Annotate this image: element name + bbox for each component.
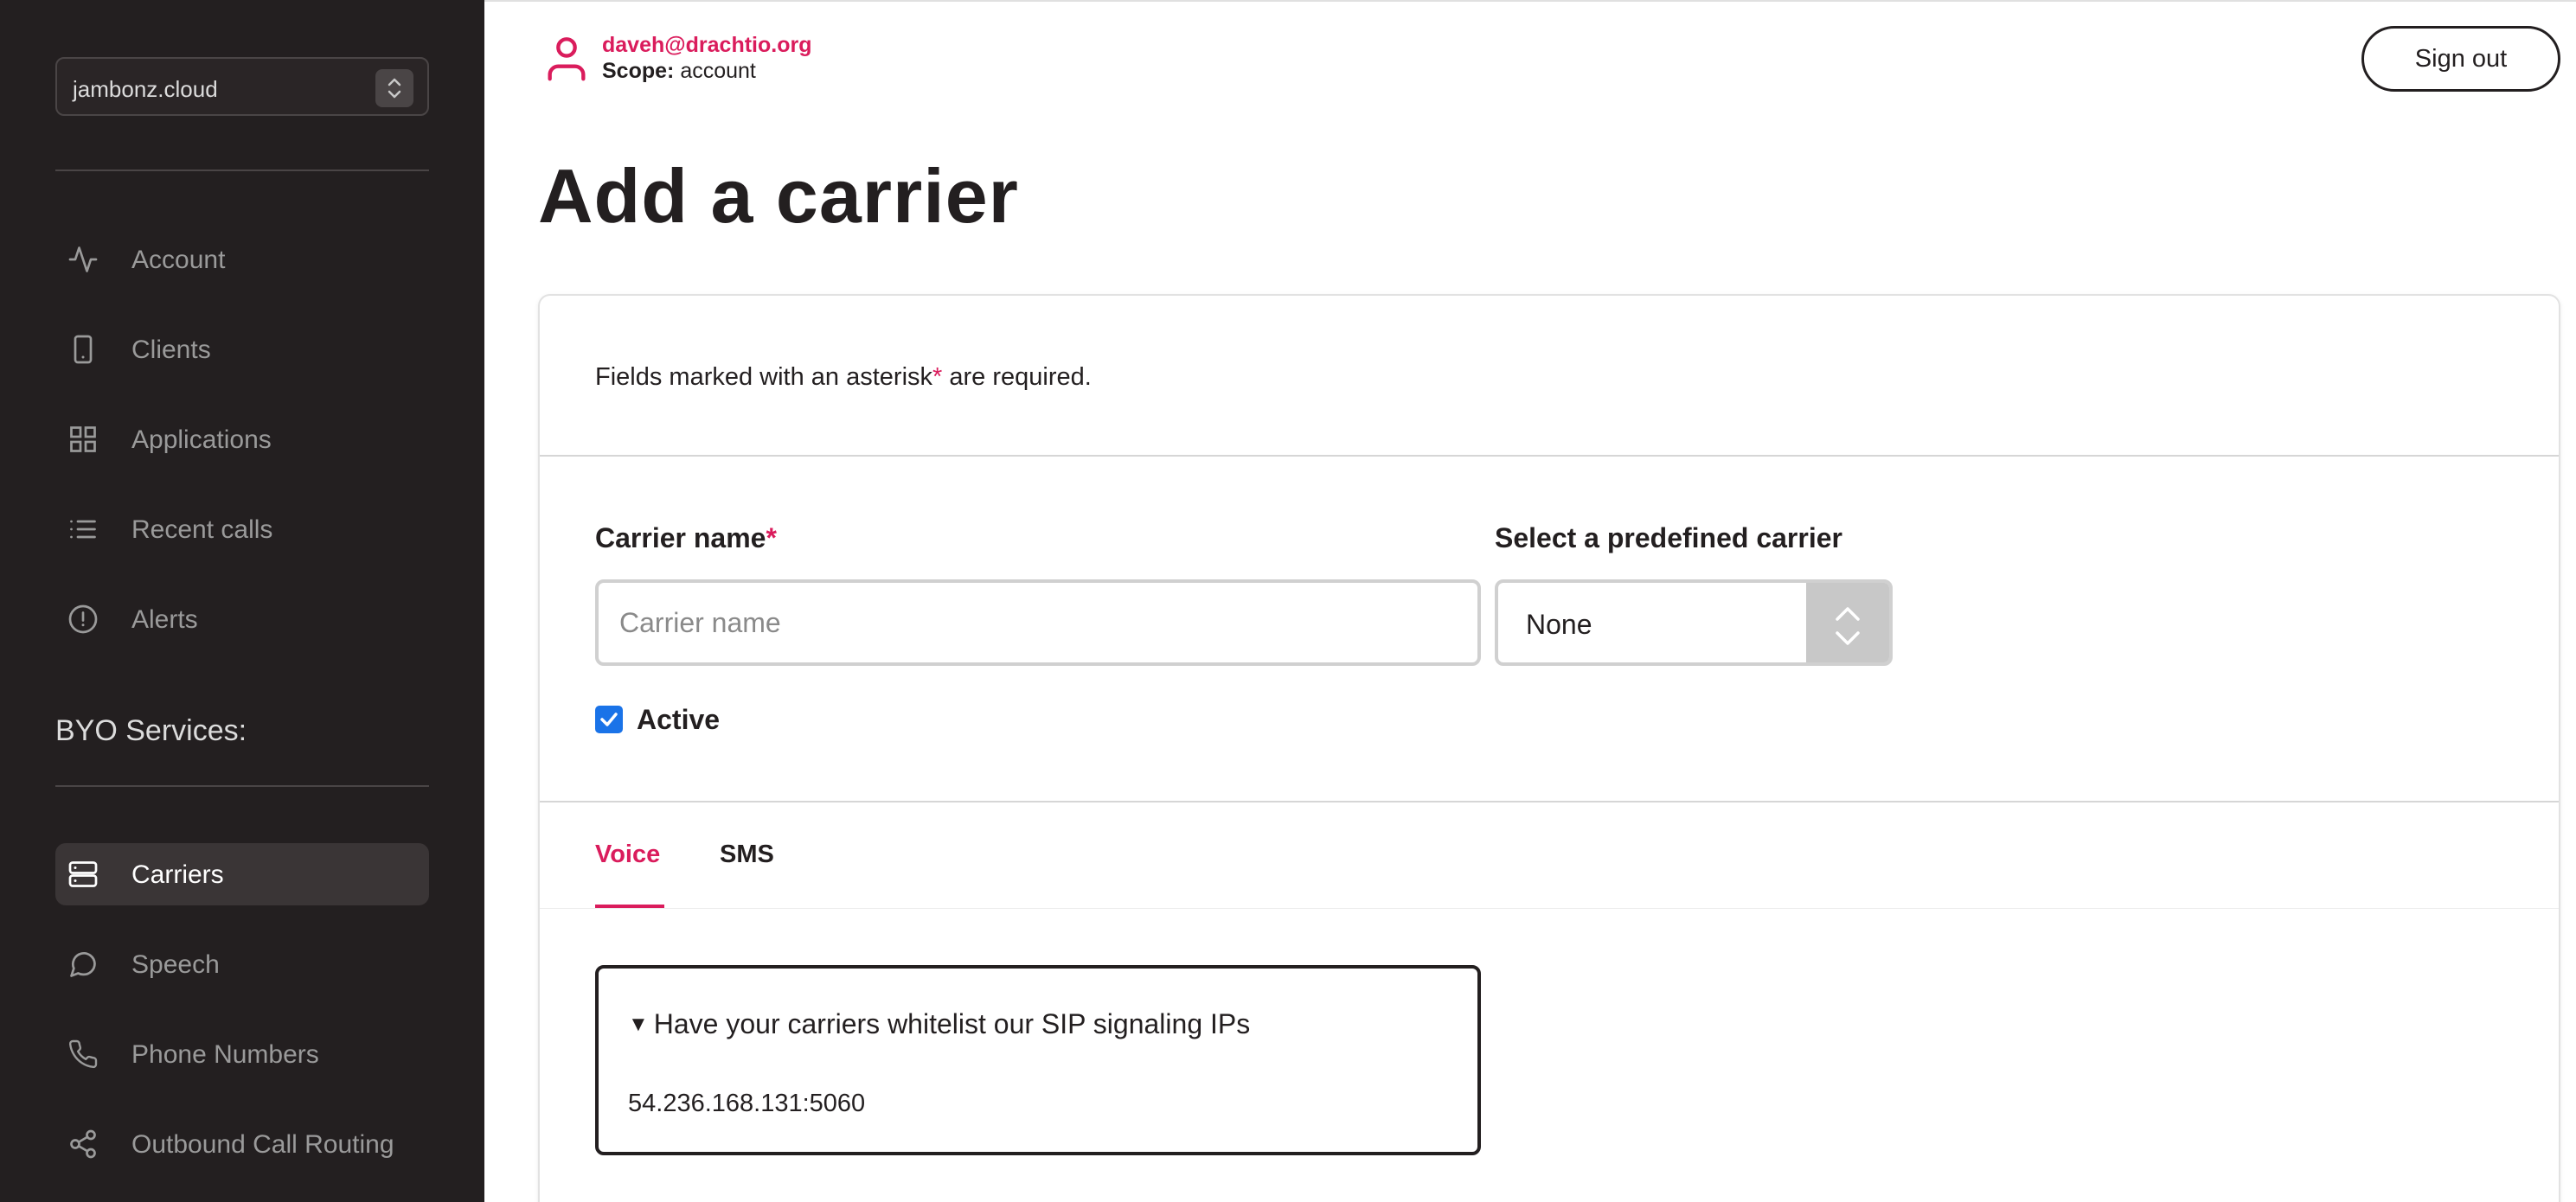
sidebar-item-label: Account [131, 246, 226, 274]
sidebar-divider [55, 785, 429, 787]
account-selector[interactable]: jambonz.cloud [55, 57, 429, 116]
user-scope: Scope: account [602, 59, 756, 84]
account-selector-value: jambonz.cloud [73, 76, 218, 102]
activity-icon [67, 244, 99, 275]
predefined-carrier-value: None [1526, 609, 1592, 640]
carrier-name-label-text: Carrier name [595, 522, 766, 553]
scope-label: Scope: [602, 59, 675, 83]
sidebar-item-account[interactable]: Account [55, 228, 429, 291]
tab-bar-border [540, 908, 2559, 909]
sidebar-item-label: Phone Numbers [131, 1040, 319, 1069]
carrier-name-label: Carrier name* [595, 522, 777, 554]
alert-circle-icon [67, 604, 99, 635]
triangle-down-icon: ▼ [628, 1013, 649, 1036]
grid-icon [67, 424, 99, 455]
section-divider [540, 801, 2559, 802]
user-icon [541, 33, 592, 87]
whitelist-summary-text: Have your carriers whitelist our SIP sig… [653, 1008, 1251, 1039]
predefined-carrier-select[interactable]: None [1495, 579, 1893, 666]
active-label[interactable]: Active [637, 704, 720, 736]
scope-value: account [680, 59, 756, 83]
checkmark-icon [600, 713, 618, 726]
sip-signaling-ip: 54.236.168.131:5060 [628, 1090, 866, 1117]
share-icon [67, 1128, 99, 1160]
sidebar-item-label: Clients [131, 336, 211, 364]
chevron-up-down-icon[interactable] [1806, 583, 1889, 662]
sidebar-item-applications[interactable]: Applications [55, 408, 429, 470]
top-border [484, 0, 2576, 2]
sidebar-item-recent-calls[interactable]: Recent calls [55, 498, 429, 560]
tab-voice[interactable]: Voice [595, 841, 660, 869]
sign-out-button[interactable]: Sign out [2361, 26, 2560, 92]
required-note-suffix: are required. [942, 363, 1092, 391]
required-note-prefix: Fields marked with an asterisk [595, 363, 933, 391]
message-circle-icon [67, 949, 99, 980]
sidebar-item-phone-numbers[interactable]: Phone Numbers [55, 1023, 429, 1085]
sidebar-item-label: Alerts [131, 605, 198, 634]
sidebar: jambonz.cloud Account Clients Applicatio… [0, 0, 484, 1202]
chevron-up-down-icon[interactable] [375, 69, 413, 107]
sidebar-item-label: Recent calls [131, 515, 273, 544]
whitelist-summary[interactable]: ▼ Have your carriers whitelist our SIP si… [628, 1008, 1250, 1040]
sidebar-item-outbound-call-routing[interactable]: Outbound Call Routing [55, 1113, 429, 1175]
server-icon [67, 859, 99, 890]
byo-services-heading: BYO Services: [55, 714, 247, 747]
smartphone-icon [67, 334, 99, 365]
phone-icon [67, 1039, 99, 1070]
tab-active-indicator [595, 905, 664, 908]
sidebar-divider [55, 169, 429, 171]
sidebar-item-clients[interactable]: Clients [55, 318, 429, 380]
sidebar-item-alerts[interactable]: Alerts [55, 588, 429, 650]
whitelist-details: ▼ Have your carriers whitelist our SIP si… [595, 965, 1481, 1155]
section-divider [540, 455, 2559, 457]
required-fields-note: Fields marked with an asterisk* are requ… [595, 363, 1092, 392]
sidebar-item-speech[interactable]: Speech [55, 933, 429, 995]
list-icon [67, 514, 99, 545]
predefined-carrier-label: Select a predefined carrier [1495, 522, 1842, 553]
tab-sms[interactable]: SMS [720, 841, 774, 869]
carrier-name-input[interactable] [595, 579, 1481, 666]
required-asterisk: * [932, 363, 943, 391]
sidebar-item-label: Carriers [131, 860, 224, 889]
active-checkbox[interactable] [595, 706, 623, 733]
sidebar-item-label: Outbound Call Routing [131, 1130, 394, 1159]
sidebar-item-carriers[interactable]: Carriers [55, 843, 429, 905]
required-asterisk: * [766, 522, 777, 553]
sidebar-item-label: Applications [131, 425, 272, 454]
sidebar-item-label: Speech [131, 950, 220, 979]
user-email: daveh@drachtio.org [602, 33, 812, 57]
page-title: Add a carrier [538, 153, 1019, 239]
